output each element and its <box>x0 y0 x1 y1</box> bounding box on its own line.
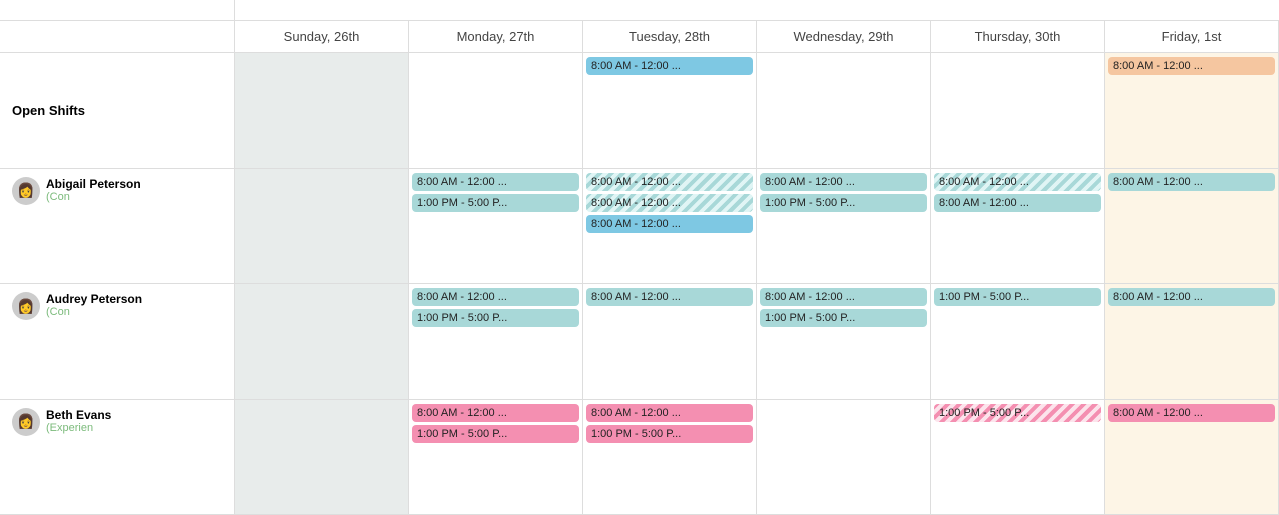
shift-0-fri-0[interactable]: 8:00 AM - 12:00 ... <box>1108 57 1275 75</box>
shift-3-fri-0[interactable]: 8:00 AM - 12:00 ... <box>1108 404 1275 422</box>
row-label-0: Open Shifts <box>0 53 235 168</box>
person-name-2: Audrey Peterson <box>46 292 142 306</box>
cell-3-fri: 8:00 AM - 12:00 ... <box>1105 400 1279 515</box>
open-shifts-label: Open Shifts <box>12 103 85 118</box>
shift-2-tue-0[interactable]: 8:00 AM - 12:00 ... <box>586 288 753 306</box>
shift-1-mon-0[interactable]: 8:00 AM - 12:00 ... <box>412 173 579 191</box>
day-header-spacer <box>0 21 235 52</box>
date-range-header-row <box>0 0 1279 21</box>
avatar-3: 👩 <box>12 408 40 436</box>
day-header-mon: Monday, 27th <box>409 21 583 52</box>
grid-body: Open Shifts8:00 AM - 12:00 ...8:00 AM - … <box>0 53 1279 515</box>
cell-3-thu: 1:00 PM - 5:00 P... <box>931 400 1105 515</box>
shift-2-wed-1[interactable]: 1:00 PM - 5:00 P... <box>760 309 927 327</box>
cell-3-mon: 8:00 AM - 12:00 ... 1:00 PM - 5:00 P... <box>409 400 583 515</box>
shift-3-mon-0[interactable]: 8:00 AM - 12:00 ... <box>412 404 579 422</box>
avatar-2: 👩 <box>12 292 40 320</box>
person-info-1: Abigail Peterson(Con <box>46 177 141 203</box>
cell-0-wed <box>757 53 931 168</box>
date-range-title <box>235 0 1279 20</box>
day-header-sun: Sunday, 26th <box>235 21 409 52</box>
grid-row-1: 👩Abigail Peterson(Con8:00 AM - 12:00 ...… <box>0 169 1279 285</box>
row-label-3: 👩Beth Evans(Experien <box>0 400 235 515</box>
shift-1-thu-1[interactable]: 8:00 AM - 12:00 ... <box>934 194 1101 212</box>
person-name-3: Beth Evans <box>46 408 111 422</box>
shift-2-fri-0[interactable]: 8:00 AM - 12:00 ... <box>1108 288 1275 306</box>
cell-1-fri: 8:00 AM - 12:00 ... <box>1105 169 1279 284</box>
shift-2-mon-0[interactable]: 8:00 AM - 12:00 ... <box>412 288 579 306</box>
cell-0-fri: 8:00 AM - 12:00 ... <box>1105 53 1279 168</box>
grid-row-3: 👩Beth Evans(Experien8:00 AM - 12:00 ...1… <box>0 400 1279 515</box>
schedule-label <box>0 21 234 37</box>
cell-2-tue: 8:00 AM - 12:00 ... <box>583 284 757 399</box>
shift-1-tue-2[interactable]: 8:00 AM - 12:00 ... <box>586 215 753 233</box>
shift-1-fri-0[interactable]: 8:00 AM - 12:00 ... <box>1108 173 1275 191</box>
shift-1-tue-1[interactable]: 8:00 AM - 12:00 ... <box>586 194 753 212</box>
cell-0-thu <box>931 53 1105 168</box>
day-header-wed: Wednesday, 29th <box>757 21 931 52</box>
cell-2-fri: 8:00 AM - 12:00 ... <box>1105 284 1279 399</box>
cell-3-tue: 8:00 AM - 12:00 ... 1:00 PM - 5:00 P... <box>583 400 757 515</box>
person-role-2: (Con <box>46 306 142 318</box>
top-left-spacer <box>0 0 235 20</box>
grid-row-0: Open Shifts 8:00 AM - 12:00 ... 8:00 AM - … <box>0 53 1279 169</box>
person-info-3: Beth Evans(Experien <box>46 408 111 434</box>
cell-2-sun <box>235 284 409 399</box>
shift-3-tue-1[interactable]: 1:00 PM - 5:00 P... <box>586 425 753 443</box>
shift-2-mon-1[interactable]: 1:00 PM - 5:00 P... <box>412 309 579 327</box>
shift-1-wed-0[interactable]: 8:00 AM - 12:00 ... <box>760 173 927 191</box>
cell-1-sun <box>235 169 409 284</box>
cell-1-wed: 8:00 AM - 12:00 ... 1:00 PM - 5:00 P... <box>757 169 931 284</box>
cell-2-mon: 8:00 AM - 12:00 ... 1:00 PM - 5:00 P... <box>409 284 583 399</box>
person-role-1: (Con <box>46 191 141 203</box>
shift-3-thu-0[interactable]: 1:00 PM - 5:00 P... <box>934 404 1101 422</box>
shift-0-tue-0[interactable]: 8:00 AM - 12:00 ... <box>586 57 753 75</box>
day-headers-row: Sunday, 26thMonday, 27thTuesday, 28thWed… <box>0 21 1279 53</box>
day-header-fri: Friday, 1st <box>1105 21 1279 52</box>
cell-0-sun <box>235 53 409 168</box>
person-role-3: (Experien <box>46 422 111 434</box>
shift-3-tue-0[interactable]: 8:00 AM - 12:00 ... <box>586 404 753 422</box>
cell-1-tue: 8:00 AM - 12:00 ... 8:00 AM - 12:00 ... 8:… <box>583 169 757 284</box>
shift-2-wed-0[interactable]: 8:00 AM - 12:00 ... <box>760 288 927 306</box>
grid-row-2: 👩Audrey Peterson(Con8:00 AM - 12:00 ...1… <box>0 284 1279 400</box>
day-header-thu: Thursday, 30th <box>931 21 1105 52</box>
row-label-2: 👩Audrey Peterson(Con <box>0 284 235 399</box>
cell-1-mon: 8:00 AM - 12:00 ... 1:00 PM - 5:00 P... <box>409 169 583 284</box>
shift-1-thu-0[interactable]: 8:00 AM - 12:00 ... <box>934 173 1101 191</box>
row-label-1: 👩Abigail Peterson(Con <box>0 169 235 284</box>
person-info-2: Audrey Peterson(Con <box>46 292 142 318</box>
cell-3-wed <box>757 400 931 515</box>
shift-1-mon-1[interactable]: 1:00 PM - 5:00 P... <box>412 194 579 212</box>
cell-2-wed: 8:00 AM - 12:00 ... 1:00 PM - 5:00 P... <box>757 284 931 399</box>
cell-1-thu: 8:00 AM - 12:00 ... 8:00 AM - 12:00 ... <box>931 169 1105 284</box>
cell-3-sun <box>235 400 409 515</box>
cell-0-mon <box>409 53 583 168</box>
cell-0-tue: 8:00 AM - 12:00 ... <box>583 53 757 168</box>
schedule-container: Sunday, 26thMonday, 27thTuesday, 28thWed… <box>0 0 1279 515</box>
person-name-1: Abigail Peterson <box>46 177 141 191</box>
cell-2-thu: 1:00 PM - 5:00 P... <box>931 284 1105 399</box>
shift-1-wed-1[interactable]: 1:00 PM - 5:00 P... <box>760 194 927 212</box>
day-header-tue: Tuesday, 28th <box>583 21 757 52</box>
shift-3-mon-1[interactable]: 1:00 PM - 5:00 P... <box>412 425 579 443</box>
shift-1-tue-0[interactable]: 8:00 AM - 12:00 ... <box>586 173 753 191</box>
shift-2-thu-0[interactable]: 1:00 PM - 5:00 P... <box>934 288 1101 306</box>
avatar-1: 👩 <box>12 177 40 205</box>
